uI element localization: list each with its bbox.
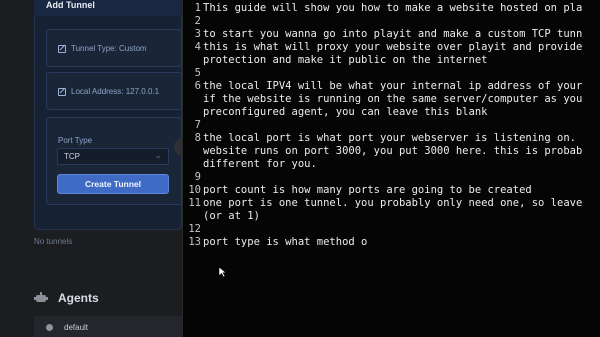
add-tunnel-title: Add Tunnel	[46, 0, 95, 10]
line-text: different for you.	[203, 158, 317, 170]
editor-line[interactable]: 10 port count is how many ports are going…	[183, 184, 532, 197]
edit-icon	[58, 87, 66, 96]
line-text: port type is what method o	[203, 236, 368, 248]
create-tunnel-button[interactable]: Create Tunnel	[57, 174, 169, 194]
editor-line[interactable]: 9	[183, 171, 203, 184]
dashboard-panel: Add Tunnel Tunnel Type: Custom Local Add…	[0, 0, 182, 337]
line-number: 11	[188, 197, 201, 209]
line-text: if the website is running on the same se…	[203, 93, 583, 105]
port-type-select[interactable]: TCP ⌄	[57, 148, 169, 165]
line-number: 4	[194, 41, 201, 53]
line-number: 1	[194, 2, 201, 14]
editor-line[interactable]: 8 the local port is what port your webser…	[183, 132, 576, 145]
local-address-label: Local Address: 127.0.0.1	[71, 87, 160, 96]
tunnel-type-label: Tunnel Type: Custom	[71, 44, 147, 53]
port-type-label: Port Type	[58, 136, 93, 145]
edit-icon	[58, 44, 66, 53]
line-text: to start you wanna go into playit and ma…	[203, 28, 583, 40]
editor-line[interactable]: 5	[183, 67, 203, 80]
local-address-field[interactable]: Local Address: 127.0.0.1	[46, 72, 182, 110]
editor-line[interactable]: 13 port type is what method o	[183, 236, 367, 249]
agent-icon	[34, 292, 48, 302]
line-text: one port is one tunnel. you probably onl…	[203, 197, 583, 209]
port-type-field: Port Type TCP ⌄ Create Tunnel	[46, 117, 182, 205]
line-number: 8	[194, 132, 201, 144]
editor-line[interactable]: protection and make it public on the int…	[183, 54, 487, 67]
agents-heading: Agents	[58, 291, 99, 305]
editor-line[interactable]: 3 to start you wanna go into playit and m…	[183, 28, 583, 41]
line-number: 7	[194, 119, 201, 131]
editor-line[interactable]: 2	[183, 15, 203, 28]
tunnel-type-field[interactable]: Tunnel Type: Custom	[46, 29, 182, 67]
line-text: this is what will proxy your website ove…	[203, 41, 583, 53]
mouse-cursor-icon	[218, 266, 227, 278]
line-number: 5	[194, 67, 201, 79]
line-number: 9	[194, 171, 201, 183]
line-text: the local IPV4 will be what your interna…	[203, 80, 583, 92]
line-text: protection and make it public on the int…	[203, 54, 488, 66]
text-editor[interactable]: 1 This guide will show you how to make a …	[182, 0, 600, 337]
line-number: 6	[194, 80, 201, 92]
line-text: the local port is what port your webserv…	[203, 132, 576, 144]
line-text: port count is how many ports are going t…	[203, 184, 532, 196]
line-number: 3	[194, 28, 201, 40]
editor-line[interactable]: (or at 1)	[183, 210, 260, 223]
chevron-down-icon: ⌄	[154, 150, 162, 160]
editor-line[interactable]: 1 This guide will show you how to make a …	[183, 2, 583, 15]
line-text: This guide will show you how to make a w…	[203, 2, 583, 14]
editor-line[interactable]: 4 this is what will proxy your website ov…	[183, 41, 583, 54]
line-number: 2	[194, 15, 201, 27]
editor-line[interactable]: 12	[183, 223, 203, 236]
line-number: 13	[188, 236, 201, 248]
editor-line[interactable]: 6 the local IPV4 will be what your intern…	[183, 80, 583, 93]
agent-item[interactable]: default	[34, 316, 182, 337]
editor-line[interactable]: different for you.	[183, 158, 317, 171]
line-number: 10	[188, 184, 201, 196]
no-tunnels-text: No tunnels	[34, 237, 73, 246]
line-text: website runs on port 3000, you put 3000 …	[203, 145, 583, 157]
agent-status-icon	[46, 324, 53, 331]
editor-line[interactable]: website runs on port 3000, you put 3000 …	[183, 145, 582, 158]
editor-line[interactable]: preconfigured agent, you can leave this …	[183, 106, 487, 119]
agent-name: default	[64, 323, 89, 332]
editor-line[interactable]: 7	[183, 119, 203, 132]
line-text: preconfigured agent, you can leave this …	[203, 106, 488, 118]
line-text: (or at 1)	[203, 210, 260, 222]
line-number: 12	[188, 223, 201, 235]
editor-line[interactable]: if the website is running on the same se…	[183, 93, 582, 106]
editor-line[interactable]: 11 one port is one tunnel. you probably o…	[183, 197, 582, 210]
port-type-value: TCP	[64, 152, 80, 161]
